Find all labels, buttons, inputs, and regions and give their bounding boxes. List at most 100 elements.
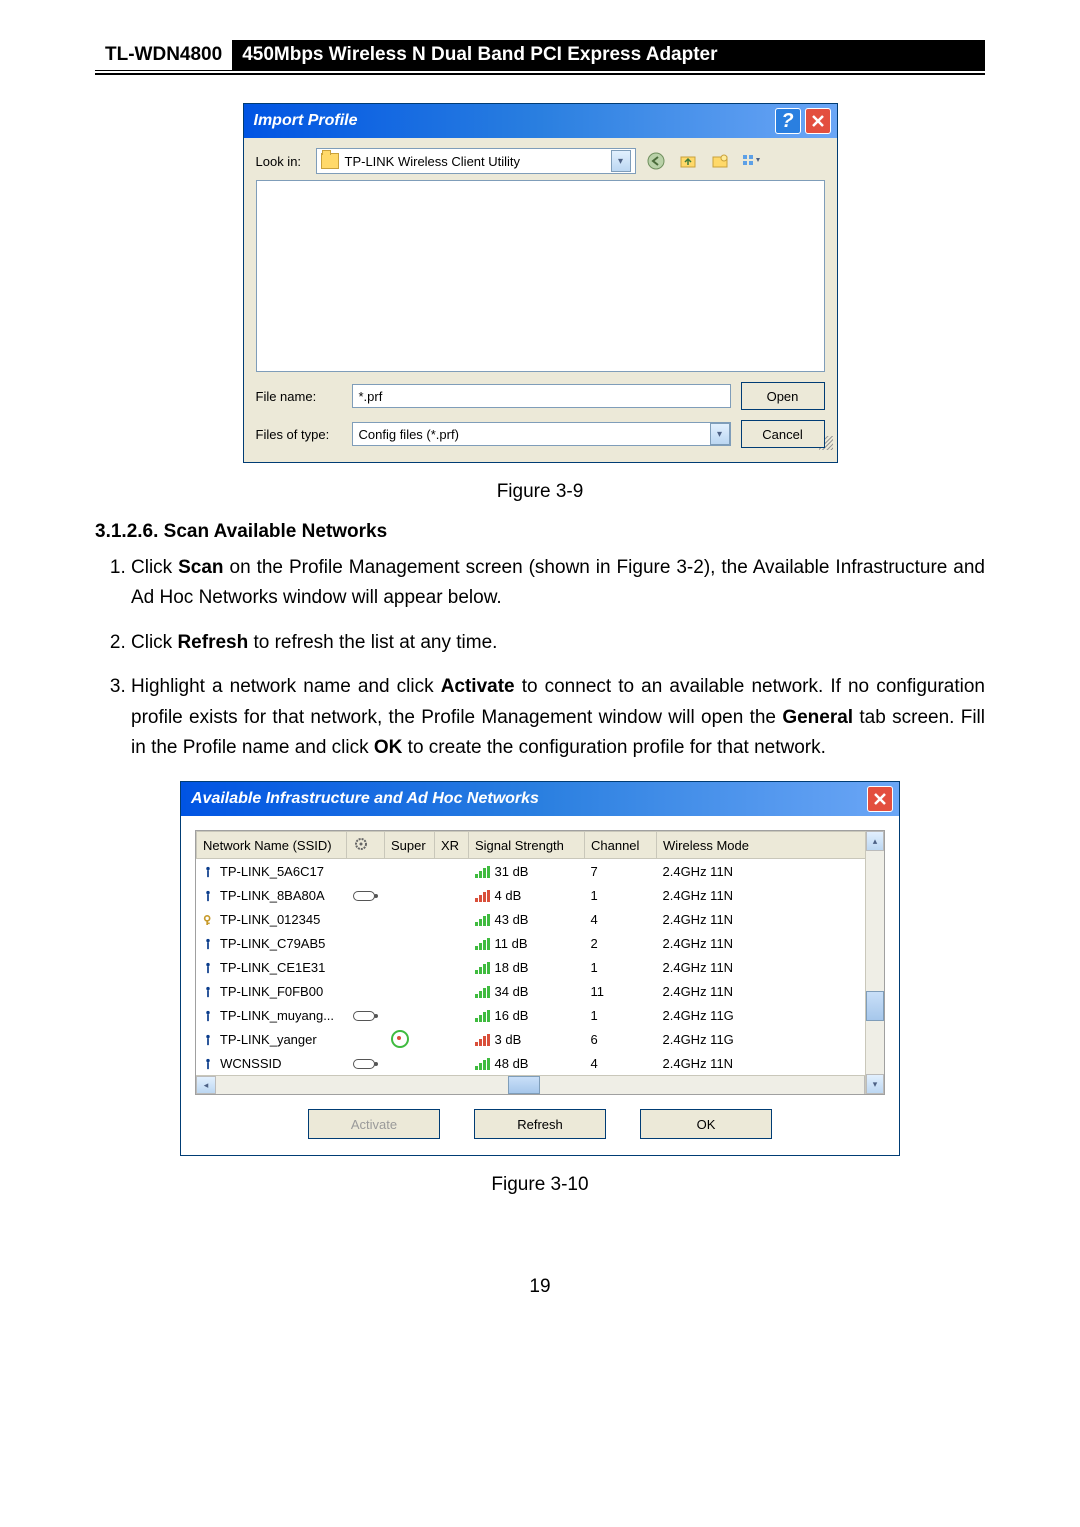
- signal-bars-icon: [475, 1010, 491, 1022]
- cell-super: [385, 1003, 435, 1027]
- network-row[interactable]: TP-LINK_8BA80A4 dB12.4GHz 11N: [197, 883, 884, 907]
- cell-channel: 1: [585, 955, 657, 979]
- scroll-thumb[interactable]: [508, 1076, 540, 1094]
- lookin-value: TP-LINK Wireless Client Utility: [345, 154, 521, 169]
- chevron-down-icon[interactable]: ▾: [611, 150, 631, 172]
- available-networks-dialog: Available Infrastructure and Ad Hoc Netw…: [180, 781, 900, 1156]
- vertical-scrollbar[interactable]: ▴ ▾: [865, 831, 884, 1094]
- help-button[interactable]: ?: [775, 108, 801, 134]
- cell-xr: [435, 931, 469, 955]
- filetype-dropdown[interactable]: Config files (*.prf) ▾: [352, 422, 731, 446]
- cell-signal: 48 dB: [469, 1051, 585, 1075]
- scroll-up-icon[interactable]: ▴: [866, 831, 884, 851]
- wep-icon: [353, 1011, 375, 1021]
- dialog-title: Available Infrastructure and Ad Hoc Netw…: [187, 790, 539, 808]
- infrastructure-icon: [203, 962, 213, 974]
- view-menu-button[interactable]: [738, 148, 766, 174]
- col-xr[interactable]: XR: [435, 832, 469, 859]
- infrastructure-icon: [203, 986, 213, 998]
- infrastructure-icon: [203, 1058, 213, 1070]
- close-button[interactable]: [867, 786, 893, 812]
- filename-input[interactable]: *.prf: [352, 384, 731, 408]
- step-1: Click Scan on the Profile Management scr…: [131, 553, 985, 614]
- cell-super: [385, 1027, 435, 1051]
- cell-security: [347, 979, 385, 1003]
- network-row[interactable]: TP-LINK_01234543 dB42.4GHz 11N: [197, 907, 884, 931]
- cell-signal: 4 dB: [469, 883, 585, 907]
- super-mode-icon: [391, 1030, 409, 1048]
- cell-signal: 31 dB: [469, 859, 585, 884]
- infrastructure-icon: [203, 1034, 213, 1046]
- network-row[interactable]: TP-LINK_yanger3 dB62.4GHz 11G: [197, 1027, 884, 1051]
- col-signal[interactable]: Signal Strength: [469, 832, 585, 859]
- document-page: TL-WDN4800 450Mbps Wireless N Dual Band …: [0, 0, 1080, 1408]
- cell-mode: 2.4GHz 11N: [657, 859, 884, 884]
- scroll-left-icon[interactable]: ◂: [196, 1076, 216, 1094]
- lookin-dropdown[interactable]: TP-LINK Wireless Client Utility ▾: [316, 148, 636, 174]
- new-folder-button[interactable]: [706, 148, 734, 174]
- open-button[interactable]: Open: [741, 382, 825, 410]
- cell-signal: 34 dB: [469, 979, 585, 1003]
- cell-ssid: TP-LINK_yanger: [197, 1027, 347, 1051]
- cell-mode: 2.4GHz 11N: [657, 907, 884, 931]
- cell-xr: [435, 1003, 469, 1027]
- figure-caption: Figure 3-10: [95, 1174, 985, 1196]
- dialog-titlebar[interactable]: Available Infrastructure and Ad Hoc Netw…: [181, 782, 899, 816]
- cell-mode: 2.4GHz 11G: [657, 1027, 884, 1051]
- filename-label: File name:: [256, 389, 342, 404]
- lookin-label: Look in:: [256, 154, 310, 169]
- network-row[interactable]: TP-LINK_CE1E3118 dB12.4GHz 11N: [197, 955, 884, 979]
- scroll-down-icon[interactable]: ▾: [866, 1074, 884, 1094]
- section-heading: 3.1.2.6. Scan Available Networks: [95, 521, 985, 543]
- cell-super: [385, 931, 435, 955]
- activate-button[interactable]: Activate: [308, 1109, 440, 1139]
- infrastructure-icon: [203, 938, 213, 950]
- file-list-area[interactable]: [256, 180, 825, 372]
- col-super[interactable]: Super: [385, 832, 435, 859]
- signal-bars-icon: [475, 938, 491, 950]
- cell-xr: [435, 907, 469, 931]
- cell-mode: 2.4GHz 11G: [657, 1003, 884, 1027]
- cell-ssid: TP-LINK_012345: [197, 907, 347, 931]
- col-mode[interactable]: Wireless Mode: [657, 832, 884, 859]
- refresh-button[interactable]: Refresh: [474, 1109, 606, 1139]
- cell-mode: 2.4GHz 11N: [657, 883, 884, 907]
- folder-icon: [321, 153, 339, 169]
- column-headers[interactable]: Network Name (SSID) Super XR Signal Stre…: [197, 832, 884, 859]
- network-row[interactable]: TP-LINK_F0FB0034 dB112.4GHz 11N: [197, 979, 884, 1003]
- cell-ssid: TP-LINK_5A6C17: [197, 859, 347, 884]
- horizontal-scrollbar[interactable]: ◂ ▸: [196, 1075, 884, 1094]
- cell-security: [347, 907, 385, 931]
- secure-network-icon: [203, 914, 213, 926]
- col-ssid[interactable]: Network Name (SSID): [197, 832, 347, 859]
- col-security-icon[interactable]: [347, 832, 385, 859]
- network-listview[interactable]: Network Name (SSID) Super XR Signal Stre…: [195, 830, 885, 1095]
- cell-mode: 2.4GHz 11N: [657, 931, 884, 955]
- chevron-down-icon[interactable]: ▾: [710, 423, 730, 445]
- model-number: TL-WDN4800: [95, 40, 232, 70]
- close-icon: [873, 792, 887, 806]
- cancel-button[interactable]: Cancel: [741, 420, 825, 448]
- network-row[interactable]: TP-LINK_C79AB511 dB22.4GHz 11N: [197, 931, 884, 955]
- cell-security: [347, 859, 385, 884]
- infrastructure-icon: [203, 890, 213, 902]
- cell-xr: [435, 883, 469, 907]
- cell-signal: 43 dB: [469, 907, 585, 931]
- network-row[interactable]: TP-LINK_5A6C1731 dB72.4GHz 11N: [197, 859, 884, 884]
- page-number: 19: [95, 1276, 985, 1298]
- close-icon: [811, 114, 825, 128]
- cell-mode: 2.4GHz 11N: [657, 1051, 884, 1075]
- up-folder-button[interactable]: [674, 148, 702, 174]
- scroll-thumb[interactable]: [866, 991, 884, 1021]
- cell-mode: 2.4GHz 11N: [657, 955, 884, 979]
- close-button[interactable]: [805, 108, 831, 134]
- network-row[interactable]: TP-LINK_muyang...16 dB12.4GHz 11G: [197, 1003, 884, 1027]
- product-title: 450Mbps Wireless N Dual Band PCI Express…: [232, 40, 985, 70]
- ok-button[interactable]: OK: [640, 1109, 772, 1139]
- cell-signal: 18 dB: [469, 955, 585, 979]
- network-row[interactable]: WCNSSID48 dB42.4GHz 11N: [197, 1051, 884, 1075]
- infrastructure-icon: [203, 1010, 213, 1022]
- dialog-titlebar[interactable]: Import Profile ?: [244, 104, 837, 138]
- col-channel[interactable]: Channel: [585, 832, 657, 859]
- back-button[interactable]: [642, 148, 670, 174]
